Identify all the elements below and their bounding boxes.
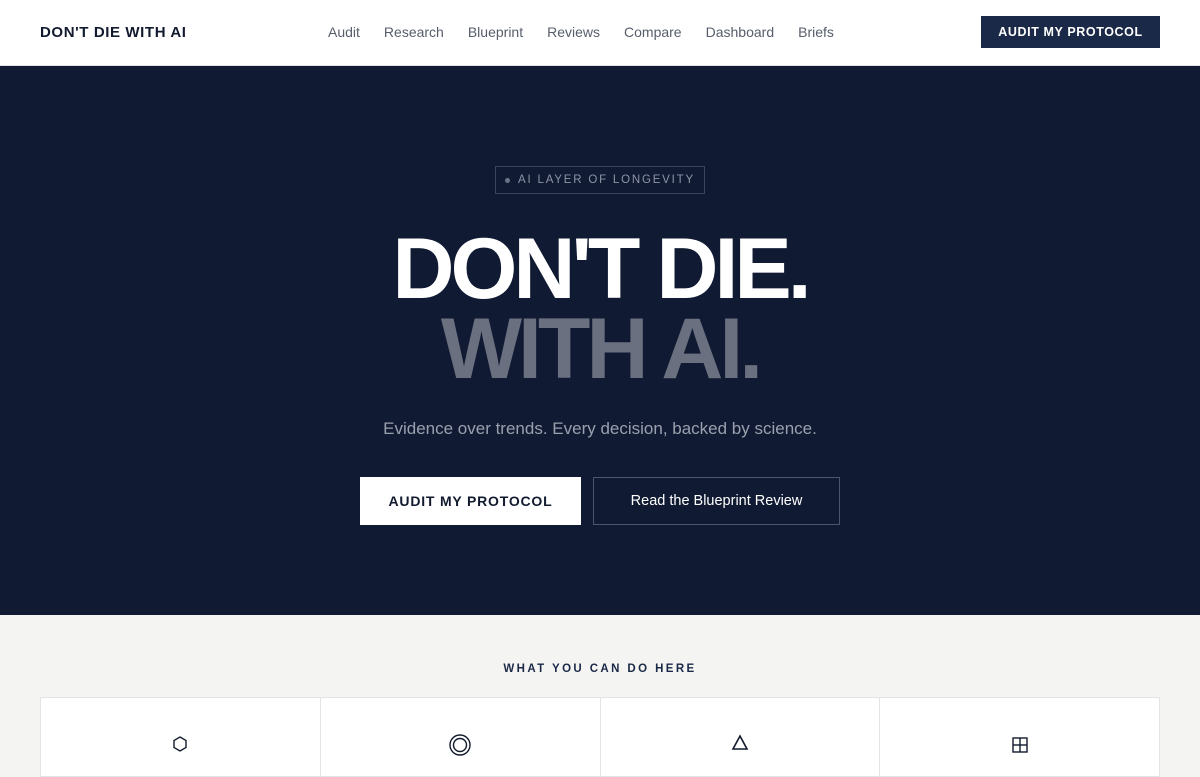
hero-badge: AI LAYER OF LONGEVITY bbox=[495, 166, 705, 194]
nav-audit-button[interactable]: AUDIT MY PROTOCOL bbox=[981, 16, 1160, 48]
site-logo[interactable]: DON'T DIE WITH AI bbox=[40, 24, 187, 41]
hero-subtitle: Evidence over trends. Every decision, ba… bbox=[383, 419, 817, 438]
hexagon-icon bbox=[173, 736, 188, 752]
audit-protocol-button[interactable]: AUDIT MY PROTOCOL bbox=[360, 477, 581, 525]
nav-link-briefs[interactable]: Briefs bbox=[798, 24, 834, 40]
features-section-title: WHAT YOU CAN DO HERE bbox=[503, 663, 697, 675]
nav-link-reviews[interactable]: Reviews bbox=[547, 24, 600, 40]
nav-link-dashboard[interactable]: Dashboard bbox=[706, 24, 775, 40]
double-circle-icon bbox=[449, 734, 471, 756]
hero-headline-line1: DON'T DIE. bbox=[392, 221, 811, 317]
hero-section: AI LAYER OF LONGEVITY DON'T DIE. WITH AI… bbox=[0, 66, 1200, 615]
feature-card[interactable] bbox=[601, 698, 881, 776]
nav-link-blueprint[interactable]: Blueprint bbox=[468, 24, 523, 40]
nav-link-research[interactable]: Research bbox=[384, 24, 444, 40]
nav-links: Audit Research Blueprint Reviews Compare… bbox=[328, 24, 858, 40]
badge-dot-icon bbox=[505, 177, 511, 183]
nav-link-compare[interactable]: Compare bbox=[624, 24, 682, 40]
nav-link-audit[interactable]: Audit bbox=[328, 24, 360, 40]
feature-card[interactable] bbox=[880, 698, 1159, 776]
feature-card[interactable] bbox=[321, 698, 601, 776]
hero-headline-line2: WITH AI. bbox=[440, 301, 763, 397]
blueprint-review-button[interactable]: Read the Blueprint Review bbox=[593, 477, 840, 525]
hero-badge-label: AI LAYER OF LONGEVITY bbox=[518, 174, 695, 186]
feature-card[interactable] bbox=[41, 698, 321, 776]
top-nav: DON'T DIE WITH AI Audit Research Bluepri… bbox=[0, 0, 1200, 66]
grid-square-icon bbox=[1011, 737, 1028, 753]
triangle-icon bbox=[731, 734, 749, 750]
feature-cards bbox=[40, 697, 1160, 777]
